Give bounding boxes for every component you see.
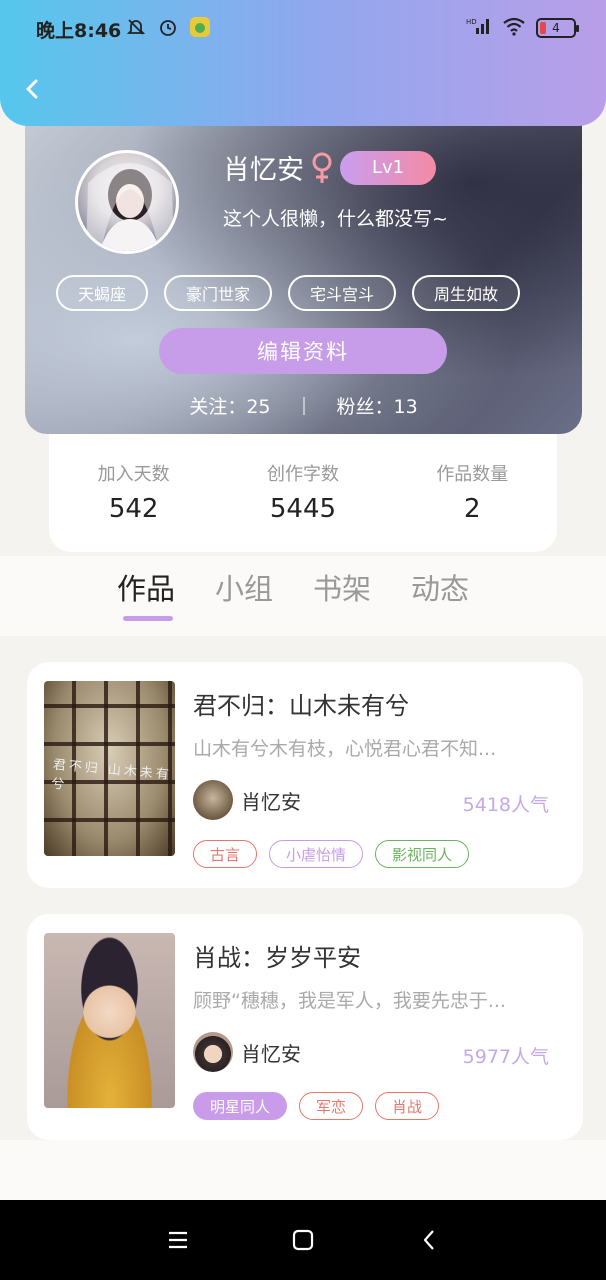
cover-title: 君不归 山木未有兮 <box>50 757 173 793</box>
author-row[interactable]: 肖忆安 <box>193 780 301 820</box>
author-name: 肖忆安 <box>241 1041 301 1066</box>
work-title[interactable]: 君不归：山木未有兮 <box>193 686 409 721</box>
following-count[interactable]: 关注：25 <box>189 392 270 419</box>
work-card[interactable]: 肖战：岁岁平安 顾野“穗穗，我是军人，我要先忠于... 肖忆安 5977人气 明… <box>27 914 583 1140</box>
profile-tag[interactable]: 周生如故 <box>412 275 521 311</box>
app-notification-icon <box>189 16 211 38</box>
tabs-area: 作品 小组 书架 动态 <box>0 556 606 636</box>
profile-tags: 天蝎座 豪门世家 宅斗宫斗 周生如故 <box>56 275 521 311</box>
stat-value: 2 <box>464 494 481 524</box>
menu-button[interactable] <box>166 1228 190 1252</box>
work-title[interactable]: 肖战：岁岁平安 <box>193 938 361 973</box>
battery-level <box>540 22 546 34</box>
alarm-icon <box>157 16 179 38</box>
stat-word-count: 创作字数 5445 <box>223 460 383 552</box>
tab-indicator <box>123 616 173 621</box>
home-button[interactable] <box>291 1228 315 1252</box>
battery-icon: 4 <box>536 18 579 38</box>
profile-card: 肖忆安 Lv1 这个人很懒，什么都没写~ 天蝎座 豪门世家 宅斗宫斗 周生如故 … <box>25 120 582 434</box>
genre-tags: 古言 小虐怡情 影视同人 <box>193 840 470 868</box>
edit-profile-button[interactable]: 编辑资料 <box>159 328 447 374</box>
author-name: 肖忆安 <box>241 789 301 814</box>
stat-label: 作品数量 <box>436 464 509 485</box>
stat-work-count: 作品数量 2 <box>392 460 552 552</box>
svg-text:HD: HD <box>466 18 477 26</box>
work-cover[interactable]: 君不归 山木未有兮 <box>44 681 175 856</box>
avatar[interactable] <box>75 150 179 254</box>
genre-tag[interactable]: 小虐怡情 <box>269 840 364 868</box>
user-name: 肖忆安 <box>223 155 304 186</box>
female-icon <box>310 151 334 185</box>
author-avatar <box>193 780 233 820</box>
profile-tag[interactable]: 豪门世家 <box>164 275 273 311</box>
screen: 晚上8:46 HD 4 肖忆安 Lv1 这个人很懒，什么都没写~ 天蝎座 豪门世… <box>0 0 606 1280</box>
genre-tag[interactable]: 古言 <box>193 840 258 868</box>
stat-value: 5445 <box>269 494 337 524</box>
profile-tag[interactable]: 宅斗宫斗 <box>288 275 397 311</box>
system-nav-bar <box>0 1200 606 1280</box>
author-row[interactable]: 肖忆安 <box>193 1032 301 1072</box>
work-summary: 顾野“穗穗，我是军人，我要先忠于... <box>193 990 506 1012</box>
bottom-spacer <box>0 1140 606 1200</box>
divider <box>302 396 305 415</box>
work-card[interactable]: 君不归 山木未有兮 君不归：山木未有兮 山木有兮木有枝，心悦君心君不知... 肖… <box>27 662 583 888</box>
status-time: 晚上8:46 <box>36 20 122 42</box>
status-bar: 晚上8:46 HD 4 <box>0 0 606 56</box>
menu-icon <box>169 1231 187 1249</box>
genre-tag[interactable]: 肖战 <box>375 1092 440 1120</box>
status-right-icons: HD 4 <box>466 16 579 40</box>
header-bar: 晚上8:46 HD 4 <box>0 0 606 126</box>
name-row: 肖忆安 Lv1 <box>223 148 437 187</box>
popularity-count: 5977人气 <box>462 1046 549 1068</box>
popularity-count: 5418人气 <box>462 794 549 816</box>
status-left-icons <box>125 16 211 38</box>
genre-tag[interactable]: 影视同人 <box>375 840 470 868</box>
follow-row: 关注：25 粉丝：13 <box>25 392 582 419</box>
stats-card: 加入天数 542 创作字数 5445 作品数量 2 <box>49 420 557 552</box>
level-badge: Lv1 <box>340 150 437 185</box>
battery-value: 4 <box>552 21 560 35</box>
author-avatar <box>193 1032 233 1072</box>
genre-tags: 明星同人 军恋 肖战 <box>193 1092 440 1120</box>
tab-activity[interactable]: 动态 <box>411 566 469 608</box>
stat-join-days: 加入天数 542 <box>54 460 214 552</box>
genre-tag[interactable]: 军恋 <box>299 1092 364 1120</box>
tab-works[interactable]: 作品 <box>117 566 175 608</box>
bell-off-icon <box>125 16 147 38</box>
stat-value: 542 <box>108 494 159 524</box>
stat-label: 创作字数 <box>266 464 339 485</box>
avatar-image <box>86 163 174 251</box>
stat-label: 加入天数 <box>97 464 170 485</box>
hd-signal-icon: HD <box>466 16 492 40</box>
work-summary: 山木有兮木有枝，心悦君心君不知... <box>193 738 497 760</box>
tab-bookshelf[interactable]: 书架 <box>313 566 371 608</box>
wifi-icon <box>502 16 526 40</box>
home-square-icon <box>292 1229 314 1251</box>
genre-tag[interactable]: 明星同人 <box>193 1092 288 1120</box>
chevron-left-icon <box>26 79 38 99</box>
back-button[interactable] <box>18 74 48 104</box>
tab-bar: 作品 小组 书架 动态 <box>117 566 469 608</box>
works-list: 君不归 山木未有兮 君不归：山木未有兮 山木有兮木有枝，心悦君心君不知... 肖… <box>0 636 606 1140</box>
work-cover[interactable] <box>44 933 175 1108</box>
back-triangle-icon <box>423 1230 434 1250</box>
followers-count[interactable]: 粉丝：13 <box>337 392 418 419</box>
tab-groups[interactable]: 小组 <box>215 566 273 608</box>
system-back-button[interactable] <box>418 1228 442 1252</box>
profile-tag[interactable]: 天蝎座 <box>56 275 149 311</box>
bio-text: 这个人很懒，什么都没写~ <box>223 208 448 230</box>
